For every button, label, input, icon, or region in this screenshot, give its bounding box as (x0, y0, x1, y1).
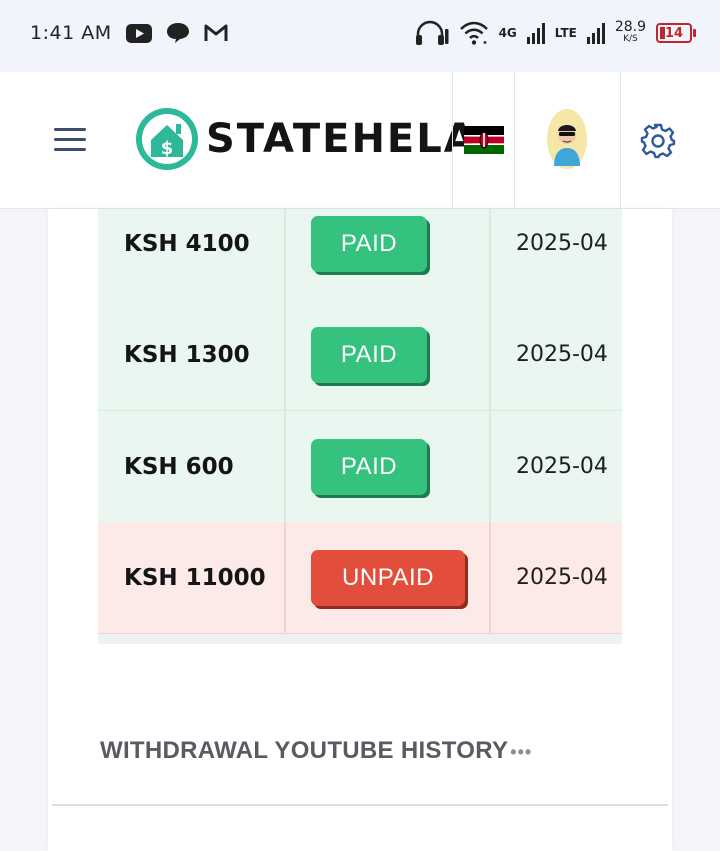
status-badge[interactable]: PAID (311, 215, 427, 272)
avatar[interactable] (546, 108, 588, 170)
table-row: KSH 11000 UNPAID 2025-04 (98, 522, 622, 635)
status-bar: 1:41 AM 4G LTE 28.9 K/S 14 (0, 0, 720, 72)
date-cell: 2025-04 (491, 522, 622, 633)
network-speed-value: 28.9 (614, 19, 646, 35)
chat-icon (166, 23, 189, 43)
header-divider (514, 72, 515, 209)
wifi-icon (459, 21, 488, 45)
table-row: KSH 1300 PAID 2025-04 (98, 299, 622, 412)
house-dollar-icon: $ (136, 108, 198, 170)
network-speed-unit: K/S (623, 34, 638, 44)
signal-icon (586, 23, 605, 44)
status-cell: PAID (286, 209, 491, 299)
date-cell: 2025-04 (491, 411, 622, 522)
header-divider (620, 72, 621, 209)
status-cell: PAID (286, 299, 491, 410)
table-row: KSH 4100 PAID 2025-04 (98, 209, 622, 301)
amount-cell: KSH 4100 (98, 209, 286, 299)
section-title: WITHDRAWAL YOUTUBE HISTORY ••• (100, 737, 532, 765)
battery-icon: 14 (656, 23, 696, 43)
amount-cell: KSH 1300 (98, 299, 286, 410)
svg-text:$: $ (161, 138, 174, 159)
status-bar-left: 1:41 AM (30, 22, 228, 44)
status-badge[interactable]: PAID (311, 326, 427, 383)
gear-icon[interactable] (640, 123, 676, 159)
status-badge[interactable]: PAID (311, 438, 427, 495)
headphones-icon (415, 20, 449, 45)
section-title-text: WITHDRAWAL YOUTUBE HISTORY (100, 737, 509, 764)
menu-icon[interactable] (54, 128, 86, 152)
battery-percent: 14 (664, 25, 684, 41)
signal-icon (526, 23, 545, 44)
youtube-icon (125, 23, 152, 43)
amount-cell: KSH 11000 (98, 522, 286, 633)
clock: 1:41 AM (30, 22, 112, 44)
date-cell: 2025-04 (491, 299, 622, 410)
status-cell: UNPAID (286, 522, 491, 633)
status-cell: PAID (286, 411, 491, 522)
brand-logo[interactable]: $ STATEHELA (134, 102, 477, 176)
table-row: KSH 600 PAID 2025-04 (98, 411, 622, 524)
amount-cell: KSH 600 (98, 411, 286, 522)
payments-table[interactable]: KSH 4100 PAID 2025-04 KSH 1300 PAID 2025… (98, 209, 622, 644)
header-divider (452, 72, 453, 209)
status-badge[interactable]: UNPAID (311, 549, 465, 606)
battery-level (660, 27, 665, 39)
gmail-icon (204, 24, 228, 41)
status-bar-right: 4G LTE 28.9 K/S 14 (415, 19, 696, 46)
network-speed: 28.9 K/S (614, 19, 646, 45)
date-cell: 2025-04 (491, 209, 622, 299)
table-scrollbar-track[interactable] (98, 634, 622, 644)
network-4g-label: 4G (498, 26, 517, 40)
network-lte-label: LTE (554, 26, 577, 40)
content-card: KSH 4100 PAID 2025-04 KSH 1300 PAID 2025… (48, 209, 672, 851)
section-divider (52, 804, 668, 806)
app-header: $ STATEHELA (0, 72, 720, 209)
kenya-flag-icon[interactable] (464, 126, 504, 154)
brand-name: STATEHELA (206, 116, 477, 162)
more-icon[interactable]: ••• (510, 742, 532, 762)
